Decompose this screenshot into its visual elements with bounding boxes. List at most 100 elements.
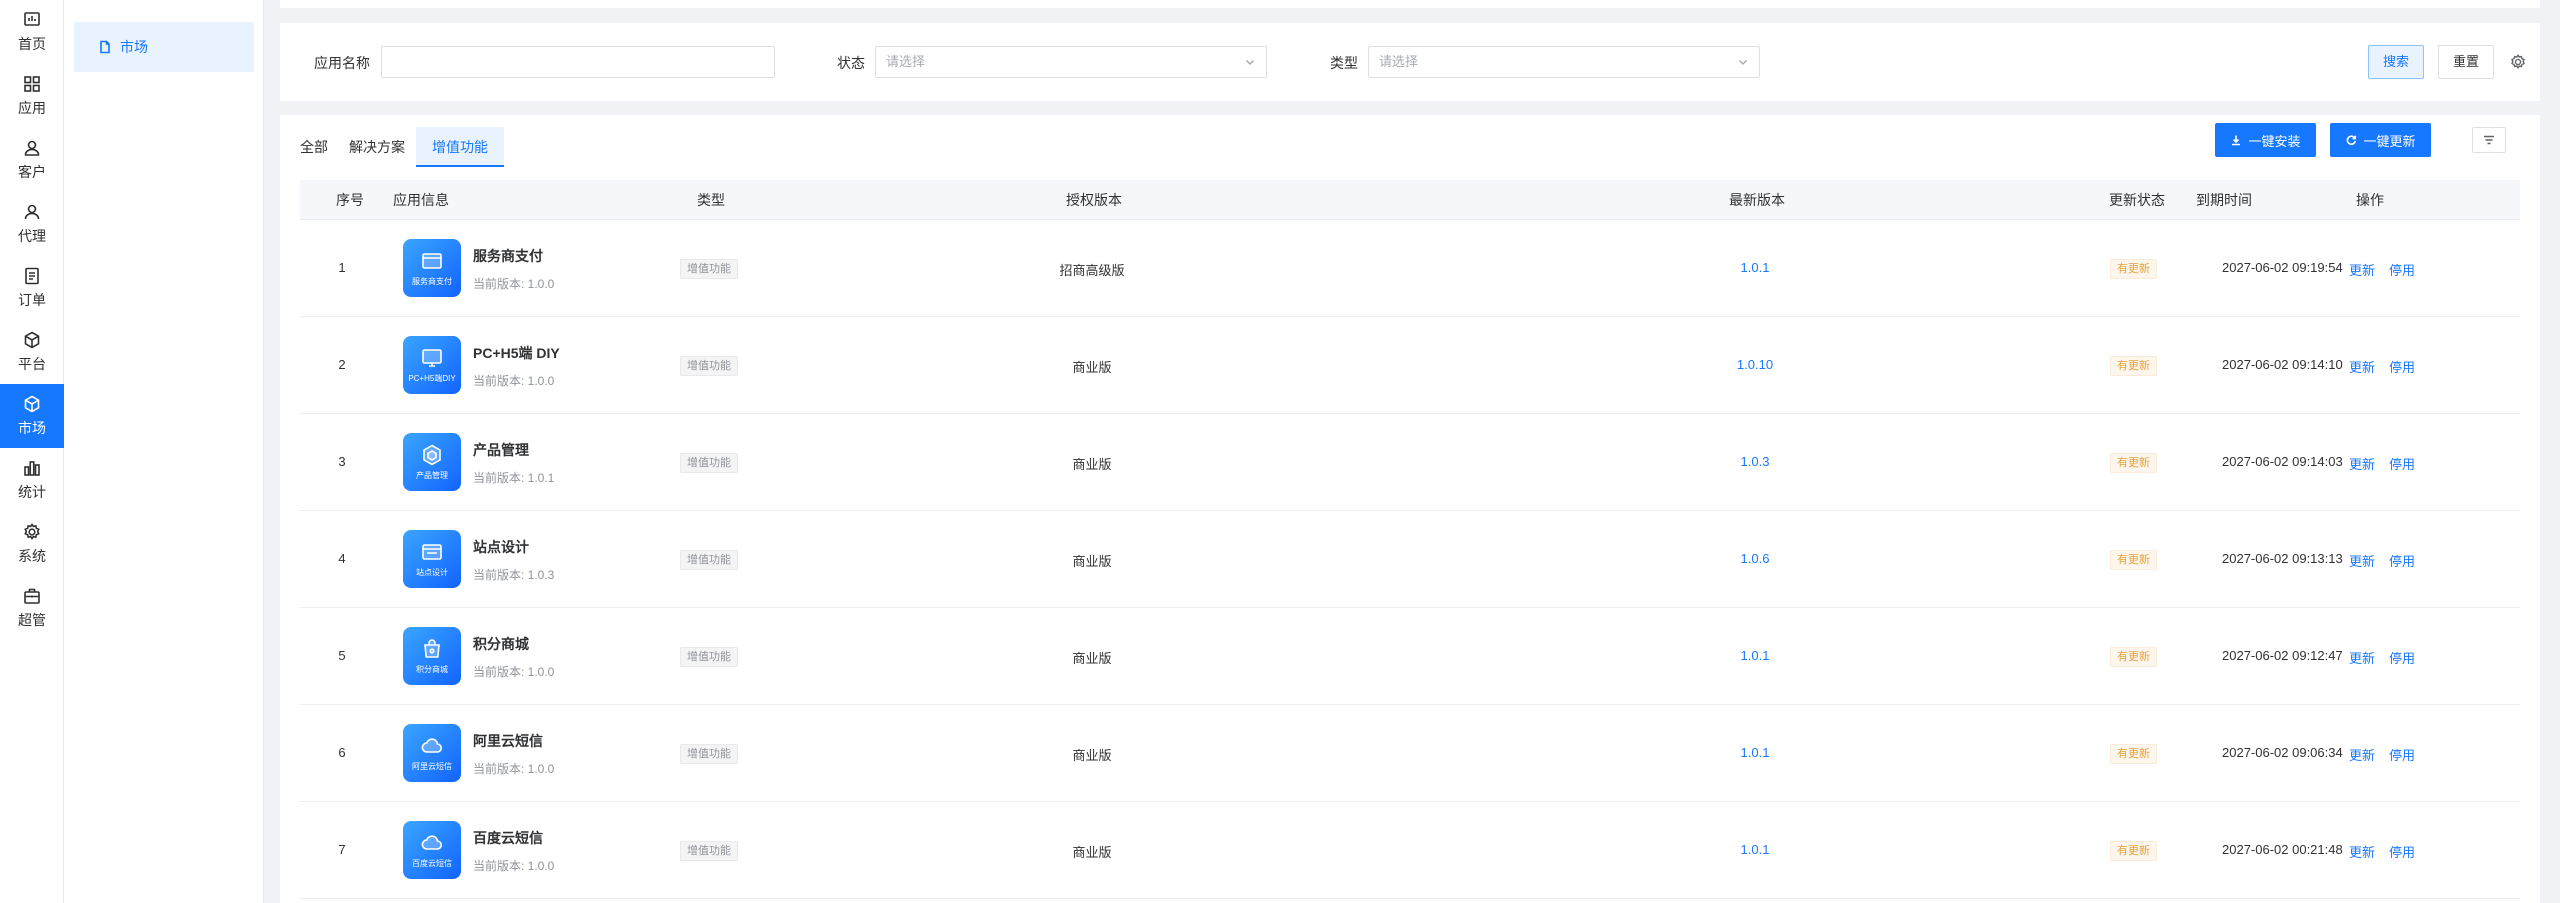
update-all-label: 一键更新 [2363,133,2416,149]
latest-version: 1.0.1 [1740,260,1770,275]
apps-icon [24,76,40,92]
reset-button[interactable]: 重置 [2438,45,2494,79]
rail-label: 应用 [18,100,46,116]
column-settings-button[interactable] [2472,127,2506,153]
update-status-badge: 有更新 [2110,356,2157,376]
top-tab-bar [280,0,2540,8]
briefcase-icon [24,588,40,604]
disable-link[interactable]: 停用 [2389,357,2415,376]
rail-item-agents[interactable]: 代理 [0,192,64,256]
tab-solutions[interactable]: 解决方案 [349,127,405,167]
disable-link[interactable]: 停用 [2389,648,2415,667]
gear-icon [24,523,40,540]
license-version: 商业版 [1072,845,1112,860]
market-icon [24,395,40,413]
license-version: 商业版 [1072,360,1112,375]
header-expire: 到期时间 [2196,192,2252,208]
update-link[interactable]: 更新 [2349,551,2375,570]
disable-link[interactable]: 停用 [2389,260,2415,279]
update-link[interactable]: 更新 [2349,260,2375,279]
submenu-item-market[interactable]: 市场 [74,22,254,72]
app-name: 站点设计 [473,539,529,555]
disable-link[interactable]: 停用 [2389,842,2415,861]
type-select[interactable]: 请选择 [1368,46,1760,78]
status-placeholder: 请选择 [886,54,926,69]
update-link[interactable]: 更新 [2349,745,2375,764]
app-name-input[interactable] [381,46,775,78]
update-link[interactable]: 更新 [2349,842,2375,861]
tab-all[interactable]: 全部 [300,127,328,167]
expire-time: 2027-06-02 09:12:47 [2222,648,2343,663]
latest-version: 1.0.6 [1740,551,1770,566]
app-current-version: 当前版本: 1.0.0 [473,374,555,388]
license-version: 商业版 [1072,748,1112,763]
filter-icon [2484,135,2494,145]
table-row: 7 百度云短信 百度云短信 当前版本: 1.0.0 增值功能 商业版 1.0.1… [300,802,2520,899]
expire-time: 2027-06-02 00:21:48 [2222,842,2343,857]
rail-item-platform[interactable]: 平台 [0,320,64,384]
row-index: 3 [338,454,346,469]
rail-label: 订单 [18,292,46,308]
disable-link[interactable]: 停用 [2389,745,2415,764]
rail-item-market[interactable]: 市场 [0,384,64,448]
expire-time: 2027-06-02 09:14:10 [2222,357,2343,372]
monitor-icon [422,349,442,367]
rail-label: 平台 [18,356,46,372]
install-all-button[interactable]: 一键安装 [2215,123,2316,157]
rail-label: 客户 [18,164,46,180]
row-index: 7 [338,842,346,857]
expire-time: 2027-06-02 09:06:34 [2222,745,2343,760]
search-button[interactable]: 搜索 [2368,45,2424,79]
app-name: 阿里云短信 [473,733,543,749]
table-row: 2 PC+H5端DIY PC+H5端 DIY 当前版本: 1.0.0 增值功能 … [300,317,2520,414]
rail-item-home[interactable]: 首页 [0,0,64,64]
expire-time: 2027-06-02 09:19:54 [2222,260,2343,275]
latest-version: 1.0.1 [1740,842,1770,857]
disable-link[interactable]: 停用 [2389,551,2415,570]
type-tag: 增值功能 [680,744,738,764]
hexagon-icon [423,444,441,466]
rail-item-stats[interactable]: 统计 [0,448,64,512]
icon-rail: 首页 应用 客户 代理 订单 平台 市场 统计 系统 超管 [0,0,64,903]
license-version: 商业版 [1072,554,1112,569]
header-ops: 操作 [2356,192,2384,208]
app-logo: 产品管理 [403,433,461,491]
update-all-button[interactable]: 一键更新 [2330,123,2431,157]
app-current-version: 当前版本: 1.0.1 [473,471,555,485]
window-icon [422,544,442,560]
rail-item-superadmin[interactable]: 超管 [0,576,64,640]
app-logo: 积分商城 [403,627,461,685]
update-status-badge: 有更新 [2110,744,2157,764]
cloud-icon [421,835,443,850]
disable-link[interactable]: 停用 [2389,454,2415,473]
table-row: 6 阿里云短信 阿里云短信 当前版本: 1.0.0 增值功能 商业版 1.0.1… [300,705,2520,802]
cloud-icon [421,738,443,753]
update-link[interactable]: 更新 [2349,454,2375,473]
app-current-version: 当前版本: 1.0.0 [473,859,555,873]
expire-time: 2027-06-02 09:14:03 [2222,454,2343,469]
update-link[interactable]: 更新 [2349,648,2375,667]
table-row: 4 站点设计 站点设计 当前版本: 1.0.3 增值功能 商业版 1.0.6 有… [300,511,2520,608]
settings-gear-icon[interactable] [2509,53,2527,71]
window-icon [422,253,442,269]
filter-card: 应用名称 状态 请选择 类型 请选择 搜索 重置 [280,23,2540,101]
type-placeholder: 请选择 [1379,54,1419,69]
rail-label: 市场 [18,420,46,436]
download-icon [2232,135,2241,146]
rail-item-apps[interactable]: 应用 [0,64,64,128]
tab-value-added[interactable]: 增值功能 [416,127,504,167]
submenu-label: 市场 [120,39,148,55]
rail-item-system[interactable]: 系统 [0,512,64,576]
install-all-label: 一键安装 [2248,133,2301,149]
rail-label: 统计 [18,484,46,500]
main-card: 全部 解决方案 增值功能 一键安装 一键更新 序号 应用信息 类型 授权版本 最… [280,115,2540,903]
table-row: 5 积分商城 积分商城 当前版本: 1.0.0 增值功能 商业版 1.0.1 有… [300,608,2520,705]
status-select[interactable]: 请选择 [875,46,1267,78]
latest-version: 1.0.10 [1736,357,1774,372]
rail-item-orders[interactable]: 订单 [0,256,64,320]
update-link[interactable]: 更新 [2349,357,2375,376]
header-type: 类型 [697,192,725,208]
latest-version: 1.0.1 [1740,745,1770,760]
update-status-badge: 有更新 [2110,647,2157,667]
rail-item-customers[interactable]: 客户 [0,128,64,192]
